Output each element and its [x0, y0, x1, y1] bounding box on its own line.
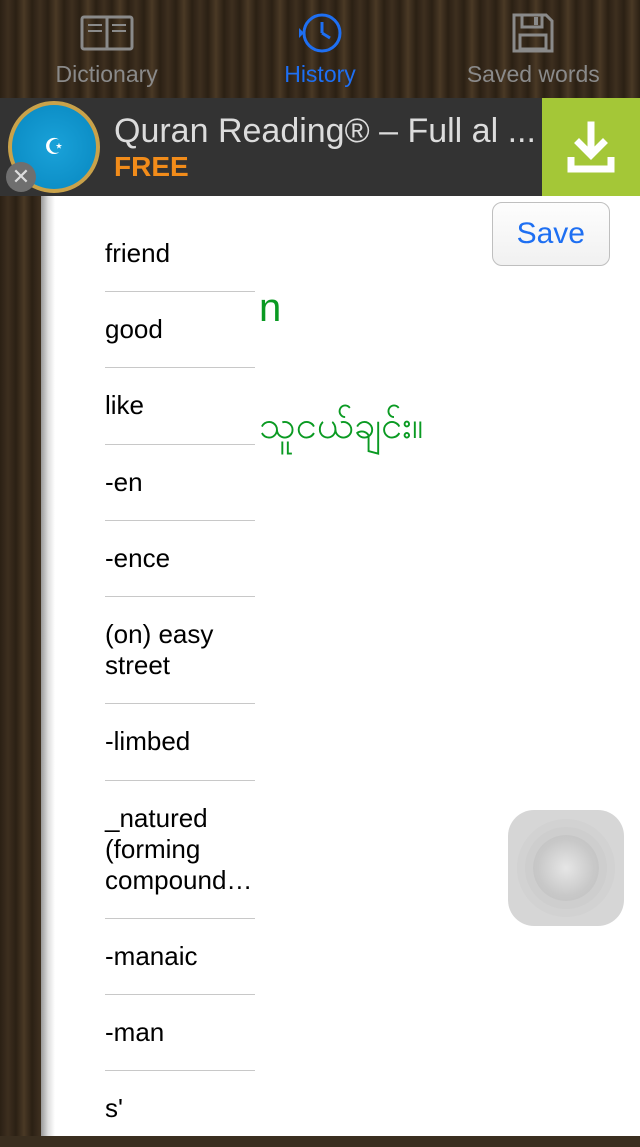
top-tab-bar: Dictionary History Saved words	[0, 0, 640, 98]
tab-dictionary[interactable]: Dictionary	[0, 0, 213, 98]
history-icon	[293, 11, 347, 55]
list-item[interactable]: -manaic	[105, 919, 255, 995]
tab-history-label: History	[284, 61, 356, 88]
word-list[interactable]: friend good like -en -ence (on) easy str…	[55, 196, 255, 1136]
tab-dictionary-label: Dictionary	[56, 61, 158, 88]
list-item[interactable]: friend	[105, 216, 255, 292]
assistive-touch-icon	[533, 835, 599, 901]
tab-saved-label: Saved words	[467, 61, 600, 88]
ad-banner[interactable]: ☪ ✕ Quran Reading® – Full al ... FREE	[0, 98, 640, 196]
assistive-touch-button[interactable]	[508, 810, 624, 926]
list-item[interactable]: good	[105, 292, 255, 368]
save-button[interactable]: Save	[492, 202, 610, 266]
definition-panel: Save n သူငယ်ချင်း။	[255, 196, 640, 1136]
tab-saved[interactable]: Saved words	[427, 0, 640, 98]
list-item[interactable]: _natured (forming compound…	[105, 781, 255, 920]
content-page: friend good like -en -ence (on) easy str…	[55, 196, 640, 1136]
list-item[interactable]: (on) easy street	[105, 597, 255, 704]
download-icon	[561, 117, 621, 177]
book-icon	[80, 11, 134, 55]
meaning-text: သူငယ်ချင်း။	[259, 401, 640, 457]
list-item[interactable]: -limbed	[105, 704, 255, 780]
list-item[interactable]: like	[105, 368, 255, 444]
part-of-speech: n	[259, 286, 640, 331]
ad-title: Quran Reading® – Full al ...	[114, 112, 542, 151]
ad-subtitle: FREE	[114, 151, 542, 183]
ad-download-button[interactable]	[542, 98, 640, 196]
ad-close-button[interactable]: ✕	[6, 162, 36, 192]
list-item[interactable]: s'	[105, 1071, 255, 1146]
list-item[interactable]: -man	[105, 995, 255, 1071]
list-item[interactable]: -ence	[105, 521, 255, 597]
tab-history[interactable]: History	[213, 0, 426, 98]
list-item[interactable]: -en	[105, 445, 255, 521]
save-disk-icon	[506, 11, 560, 55]
